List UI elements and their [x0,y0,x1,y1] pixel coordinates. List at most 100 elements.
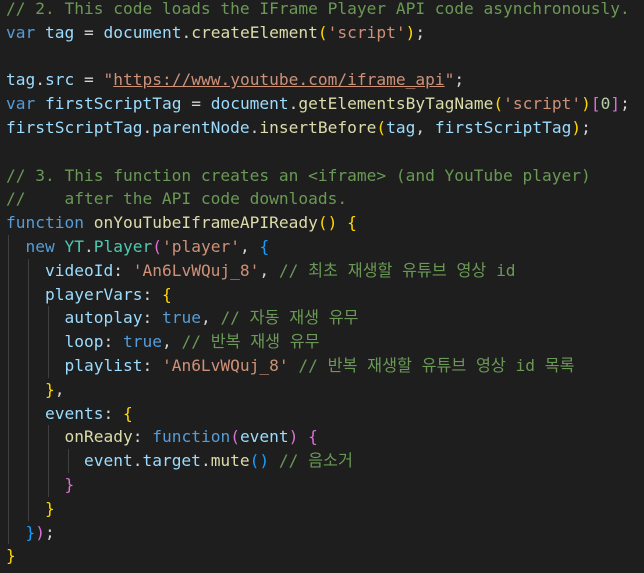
code-token: // 최초 재생할 유튜브 영상 id [278,260,516,280]
code-line: // 2. This code loads the IFrame Player … [6,0,630,21]
code-token: https://www.youtube.com/iframe_api [113,70,445,90]
code-line: event.target.mute() // 음소거 [6,449,353,473]
code-token: target [142,451,201,471]
code-token: videoId [44,260,114,280]
code-line: autoplay: true, // 자동 재생 유무 [6,306,358,330]
code-token: ] [610,94,621,114]
code-token: . [142,118,153,137]
code-token: ) [35,522,45,542]
code-token: ( [376,118,387,137]
code-token: [ [590,94,601,114]
code-token: = [74,70,104,90]
code-token: : [142,356,162,375]
code-line: playlist: 'An6LvWQuj_8' // 반복 재생할 유튜브 영상… [6,354,575,378]
code-token: onReady [64,427,133,447]
code-token: firstScriptTag [45,94,182,114]
code-token: firstScriptTag [434,118,572,137]
code-token: src [45,70,75,90]
code-token: . [288,94,299,114]
code-token: = [181,94,211,114]
code-token: parentNode [152,118,250,137]
code-token: insertBefore [259,118,377,137]
code-token: ) [581,94,591,114]
code-token: events [44,403,104,423]
code-token: // 2. This code loads the IFrame Player … [6,0,630,18]
code-token: document [210,94,289,114]
code-token: } [44,379,55,399]
code-token: : [113,260,133,280]
code-token: () [317,213,338,233]
code-token: ) [571,118,582,137]
code-line: } [6,544,16,568]
code-token: ; [581,118,591,137]
code-line: videoId: 'An6LvWQuj_8', // 최초 재생할 유튜브 영상… [6,259,516,283]
code-line: } [6,497,55,521]
code-token: event [239,427,289,447]
code-token: , [415,118,435,137]
code-token: . [181,22,192,42]
code-token: { [161,284,172,304]
code-token: 'An6LvWQuj_8' [132,260,260,280]
code-token: 'An6LvWQuj_8' [161,356,289,375]
code-token: . [200,451,211,471]
code-token: ( [493,94,504,114]
code-token: : [132,427,153,447]
code-token: document [103,22,182,42]
code-token: . [132,451,143,471]
code-token: , [239,237,260,256]
code-token: var [6,94,36,114]
code-token: } [6,546,16,566]
code-token: } [25,522,36,542]
code-token: { [122,403,133,423]
code-token: : [103,332,123,352]
code-token: tag [6,70,36,90]
code-token: { [347,213,357,233]
code-token: 'player' [161,237,240,256]
code-editor[interactable]: // 2. This code loads the IFrame Player … [0,0,644,573]
code-token: // 음소거 [278,451,353,471]
code-token: tag [45,22,75,42]
code-line: tag.src = "https://www.youtube.com/ifram… [6,68,464,92]
code-line: }, [6,378,65,402]
code-token: function [6,213,84,233]
code-token: onYouTubeIframeAPIReady [93,213,318,233]
code-token: Player [93,237,153,256]
code-token: ( [230,427,240,447]
code-token: : [142,284,162,304]
code-token: ; [45,522,55,542]
code-token: tag [386,118,416,137]
code-token: var [6,22,36,42]
code-token: // after the API code downloads. [6,189,348,209]
code-line: } [6,473,74,497]
code-token: true [122,332,162,352]
code-line: loop: true, // 반복 재생 유무 [6,330,319,354]
code-line: playerVars: { [6,283,172,307]
code-token: } [64,475,75,494]
code-line: function onYouTubeIframeAPIReady() { [6,211,357,235]
code-line: firstScriptTag.parentNode.insertBefore(t… [6,116,591,140]
code-token: . [35,70,45,90]
code-token: , [200,308,221,328]
code-token: event [83,451,133,471]
code-line: }); [6,521,55,545]
code-token: ( [317,22,328,42]
code-token: . [249,118,260,137]
code-token: 0 [600,94,611,114]
code-line: events: { [6,402,133,426]
code-token: : [103,403,123,423]
code-token: { [308,427,318,447]
code-token: // 반복 재생할 유튜브 영상 id 목록 [298,356,575,375]
code-token: ) [405,22,416,42]
code-token: ( [152,237,162,256]
